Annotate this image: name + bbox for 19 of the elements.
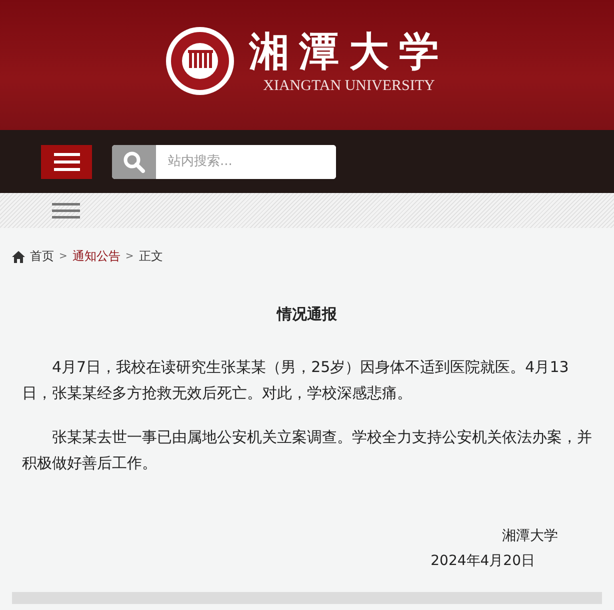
university-name-english: XIANGTAN UNIVERSITY xyxy=(263,78,435,94)
signature: 湘潭大学 xyxy=(502,527,558,546)
article-paragraph: 4月7日，我校在读研究生张某某（男，25岁）因身体不适到医院就医。4月13日，张某某经多方抢救无效后死亡。对此，学校深感悲痛。 xyxy=(22,357,570,404)
search-field[interactable]: 站内搜索... xyxy=(112,144,336,178)
article-paragraph: 张某某去世一事已由属地公安机关立案调查。学校全力支持公安机关依法办案，并积极做好善后工作。 xyxy=(22,427,592,474)
menu-button[interactable] xyxy=(41,144,92,178)
search-icon xyxy=(123,150,145,172)
article-date: 2024年4月20日 xyxy=(430,552,535,571)
menu-icon[interactable] xyxy=(52,202,80,218)
article-title: 情况通报 xyxy=(275,305,338,324)
menu-icon xyxy=(54,152,80,170)
university-name: 湘潭大学 xyxy=(249,28,449,76)
breadcrumb-link[interactable]: 通知公告 xyxy=(72,248,120,265)
breadcrumb-link[interactable]: 首页 xyxy=(30,248,54,265)
breadcrumb-separator: > xyxy=(59,251,68,262)
emblem-icon xyxy=(165,26,235,96)
breadcrumb-link[interactable]: 正文 xyxy=(138,248,163,265)
breadcrumb-separator: > xyxy=(125,251,134,262)
home-icon xyxy=(12,250,25,262)
